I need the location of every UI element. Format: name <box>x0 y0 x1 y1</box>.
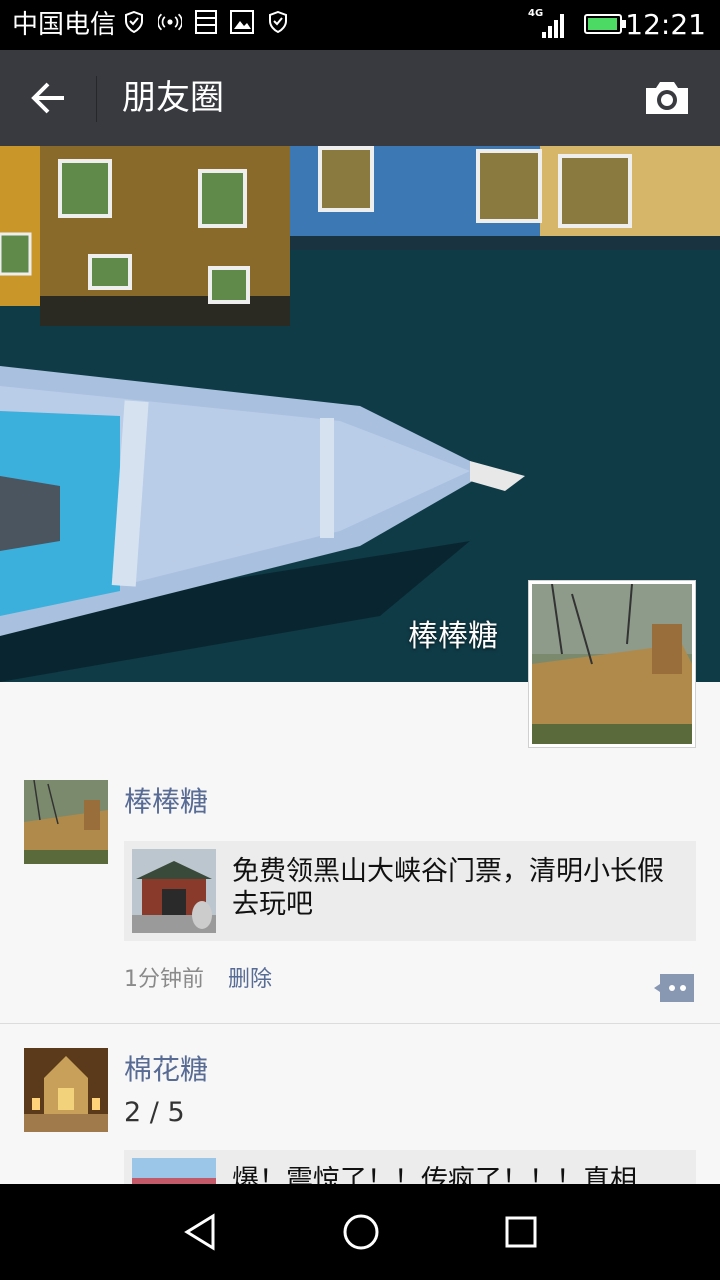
link-thumbnail <box>132 849 216 933</box>
post-avatar[interactable] <box>24 780 108 864</box>
hotspot-icon <box>158 10 182 34</box>
moment-post: 棉花糖 2 / 5 爆！震惊了！！传疯了！！！真相 <box>0 1024 720 1184</box>
link-card[interactable]: 爆！震惊了！！传疯了！！！真相 <box>124 1150 696 1184</box>
camera-icon <box>646 82 688 114</box>
link-thumbnail <box>132 1158 216 1184</box>
cover-user-name: 棒棒糖 <box>408 619 498 654</box>
status-bar: 中国电信 4G 12:21 <box>0 0 720 50</box>
status-icons <box>122 10 290 34</box>
nav-back-button[interactable] <box>177 1208 225 1256</box>
storage-icon <box>194 10 218 34</box>
post-time: 1分钟前 <box>124 967 204 992</box>
shield-icon <box>122 10 146 34</box>
link-title: 免费领黑山大峡谷门票，清明小长假去玩吧 <box>232 856 664 920</box>
link-card[interactable]: 免费领黑山大峡谷门票，清明小长假去玩吧 <box>124 841 696 941</box>
nav-home-button[interactable] <box>337 1208 385 1256</box>
circle-home-icon <box>343 1214 379 1250</box>
triangle-back-icon <box>184 1213 215 1251</box>
link-title: 爆！震惊了！！传疯了！！！真相 <box>232 1165 637 1184</box>
navigation-bar <box>0 1184 720 1280</box>
comment-icon <box>654 974 694 1002</box>
back-button[interactable] <box>22 74 74 122</box>
shield-check-icon <box>266 10 290 34</box>
square-recents-icon <box>505 1216 537 1248</box>
comment-button[interactable] <box>652 972 696 1004</box>
post-avatar[interactable] <box>24 1048 108 1132</box>
link-image <box>132 1158 216 1184</box>
moment-post: 棒棒糖 免费领黑山大峡谷门票，清明小长假去玩吧 1分钟前 删除 <box>0 760 720 1023</box>
post-text: 2 / 5 <box>124 1097 185 1128</box>
carrier-label: 中国电信 <box>12 10 117 40</box>
battery-icon <box>584 14 626 34</box>
avatar-image <box>532 583 692 744</box>
action-bar: 朋友圈 <box>0 50 720 146</box>
page-title: 朋友圈 <box>122 78 224 118</box>
delete-button[interactable]: 删除 <box>228 965 272 995</box>
camera-button[interactable] <box>642 78 692 118</box>
avatar-image <box>24 780 108 864</box>
arrow-left-icon <box>31 82 64 114</box>
gate-image <box>132 849 216 933</box>
gallery-icon <box>230 10 254 34</box>
nav-recents-button[interactable] <box>497 1208 545 1256</box>
post-nickname[interactable]: 棒棒糖 <box>124 782 208 822</box>
my-avatar[interactable] <box>528 580 696 748</box>
signal-icon: 4G <box>528 8 570 40</box>
clock: 12:21 <box>625 8 706 41</box>
action-bar-divider <box>96 76 97 122</box>
avatar-image <box>24 1048 108 1132</box>
post-nickname[interactable]: 棉花糖 <box>124 1050 208 1090</box>
